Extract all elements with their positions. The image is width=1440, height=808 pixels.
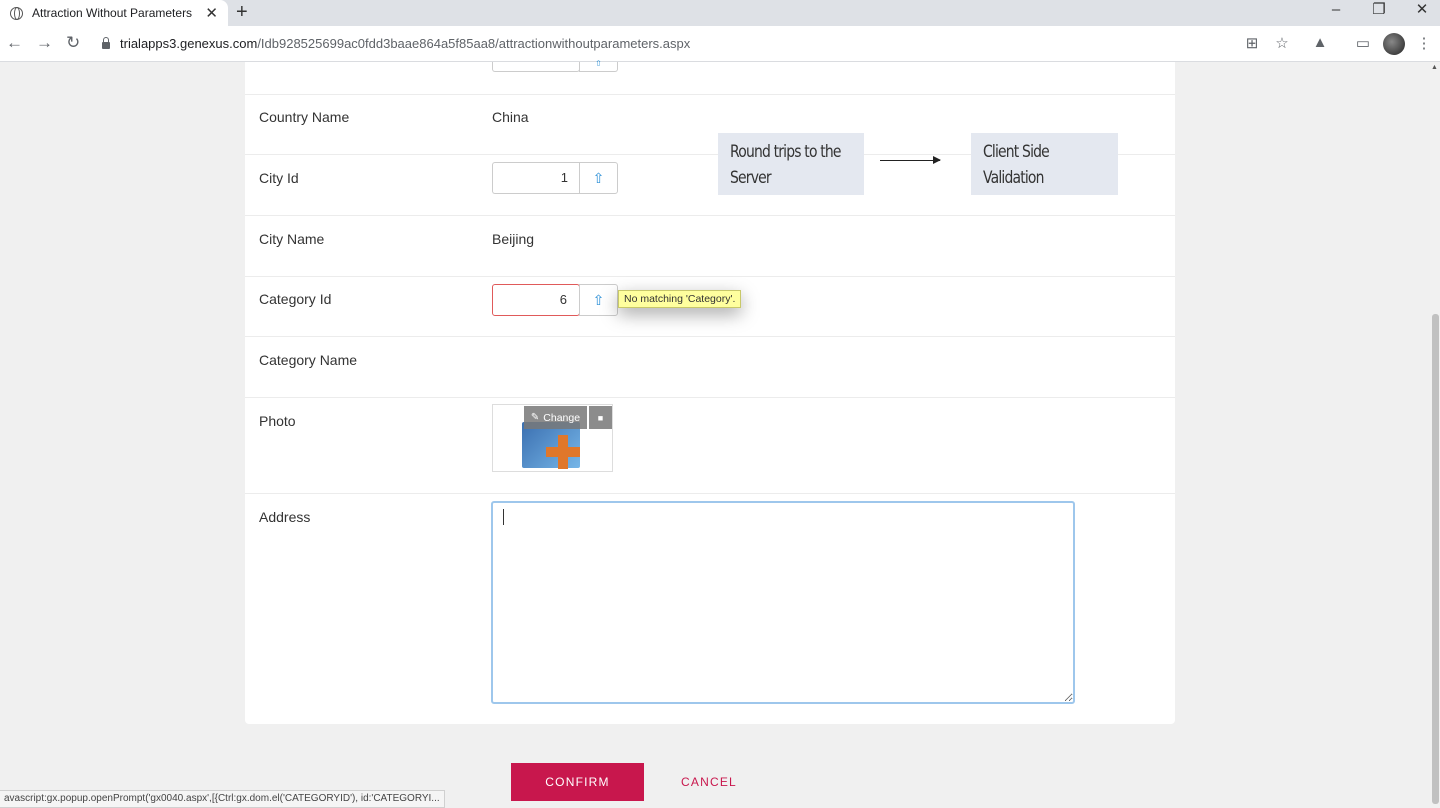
country-name-value: China bbox=[492, 109, 529, 125]
translate-icon[interactable]: ⊞ bbox=[1242, 34, 1262, 52]
tab-bar: Attraction Without Parameters ✕ + – ❐ ✕ bbox=[0, 0, 1440, 26]
url-path: /Idb928525699ac0fdd3baae864a5f85aa8/attr… bbox=[257, 36, 691, 51]
callout-line: Client Side bbox=[983, 142, 1050, 162]
reload-icon[interactable]: ↻ bbox=[66, 33, 80, 53]
cast-icon[interactable]: ▭ bbox=[1353, 34, 1373, 52]
url-host: trialapps3.genexus.com bbox=[120, 36, 258, 51]
city-id-label: City Id bbox=[259, 170, 299, 186]
round-trips-callout: Round trips to the Server bbox=[718, 133, 864, 195]
country-name-label: Country Name bbox=[259, 109, 350, 125]
menu-icon[interactable]: ⋮ bbox=[1414, 34, 1434, 52]
city-name-label: City Name bbox=[259, 231, 325, 247]
form-row bbox=[245, 337, 1175, 398]
browser-tab[interactable]: Attraction Without Parameters ✕ bbox=[0, 0, 228, 26]
change-photo-button[interactable]: ✎ Change bbox=[524, 406, 587, 429]
pencil-icon: ✎ bbox=[530, 412, 540, 423]
url-field[interactable]: trialapps3.genexus.com /Idb928525699ac0f… bbox=[102, 36, 690, 51]
category-id-input[interactable]: 6 bbox=[492, 284, 580, 316]
address-textarea[interactable] bbox=[491, 501, 1075, 704]
minimize-button[interactable]: – bbox=[1326, 0, 1346, 22]
address-label: Address bbox=[259, 509, 311, 525]
right-arrow-icon bbox=[880, 156, 941, 164]
client-validation-callout: Client Side Validation bbox=[971, 133, 1118, 195]
cancel-button[interactable]: CANCEL bbox=[668, 763, 750, 801]
up-arrow-icon: ⇧ bbox=[592, 291, 605, 308]
back-icon[interactable]: ← bbox=[6, 33, 23, 53]
city-id-input[interactable]: 1 bbox=[492, 162, 580, 194]
error-tooltip: No matching 'Category'. bbox=[618, 290, 742, 308]
globe-icon bbox=[10, 6, 23, 20]
trash-icon: ■ bbox=[597, 412, 604, 423]
drive-icon[interactable]: ▲ bbox=[1310, 34, 1330, 51]
form-row bbox=[245, 398, 1175, 494]
close-window-button[interactable]: ✕ bbox=[1412, 0, 1432, 22]
new-tab-button[interactable]: + bbox=[236, 0, 248, 26]
category-id-label: Category Id bbox=[259, 291, 332, 307]
scrollbar-thumb[interactable] bbox=[1432, 314, 1439, 804]
tab-title: Attraction Without Parameters bbox=[32, 6, 193, 20]
form-row bbox=[245, 216, 1175, 277]
category-id-prompt-button[interactable]: ⇧ bbox=[579, 284, 618, 316]
photo-label: Photo bbox=[259, 413, 296, 429]
forward-icon[interactable]: → bbox=[36, 33, 53, 53]
status-bar-url: avascript:gx.popup.openPrompt('gx0040.as… bbox=[0, 790, 445, 808]
delete-photo-button[interactable]: ■ bbox=[589, 406, 612, 429]
avatar[interactable] bbox=[1383, 33, 1405, 55]
add-photo-icon-stem bbox=[558, 435, 568, 469]
scroll-up-icon[interactable]: ▲ bbox=[1431, 64, 1438, 71]
callout-line: Validation bbox=[983, 168, 1044, 188]
callout-line: Server bbox=[730, 168, 772, 188]
form-row bbox=[245, 62, 1175, 95]
confirm-button[interactable]: CONFIRM bbox=[511, 763, 644, 801]
star-icon[interactable]: ☆ bbox=[1272, 34, 1292, 52]
lock-icon bbox=[102, 37, 110, 49]
city-id-prompt-button[interactable]: ⇧ bbox=[579, 162, 618, 194]
restore-button[interactable]: ❐ bbox=[1369, 0, 1389, 22]
text-caret bbox=[503, 509, 504, 525]
tab-close-icon[interactable]: ✕ bbox=[205, 4, 218, 22]
category-name-label: Category Name bbox=[259, 352, 358, 368]
city-name-value: Beijing bbox=[492, 231, 535, 247]
callout-line: Round trips to the bbox=[730, 142, 842, 162]
change-photo-label: Change bbox=[543, 411, 581, 424]
up-arrow-icon: ⇧ bbox=[592, 169, 605, 186]
address-bar: ← → ↻ trialapps3.genexus.com /Idb9285256… bbox=[0, 26, 1440, 62]
